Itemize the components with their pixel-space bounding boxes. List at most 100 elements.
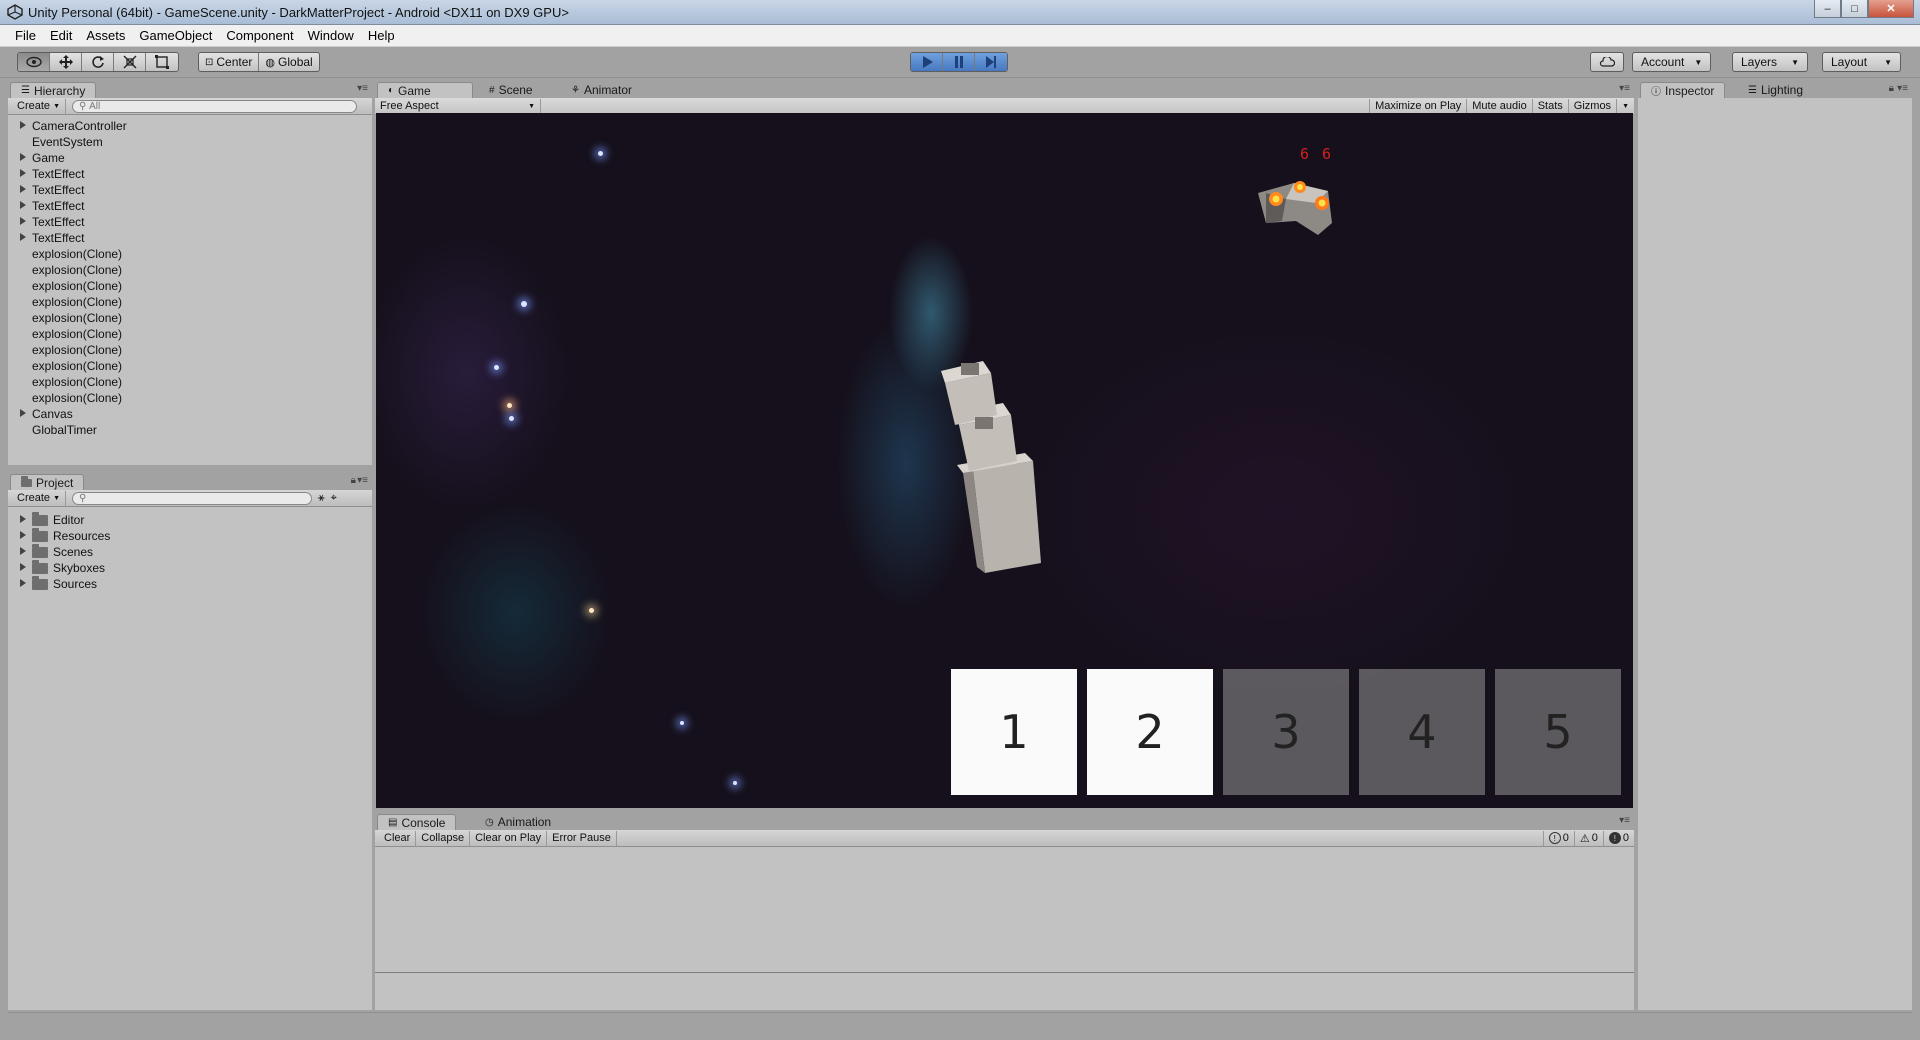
mute-audio-toggle[interactable]: Mute audio: [1467, 98, 1533, 114]
hierarchy-item[interactable]: explosion(Clone): [8, 390, 372, 406]
panel-menu-icon[interactable]: ▾≡: [1619, 815, 1630, 826]
tab-scene[interactable]: # Scene: [479, 82, 543, 98]
hierarchy-item[interactable]: Canvas: [8, 406, 372, 422]
hierarchy-search-input[interactable]: ⚲ All: [72, 99, 358, 113]
slot-button-1[interactable]: 1: [951, 669, 1077, 795]
menu-edit[interactable]: Edit: [43, 28, 79, 43]
console-detail-area[interactable]: [375, 974, 1634, 1010]
layout-dropdown[interactable]: Layout ▼: [1822, 52, 1901, 72]
aspect-dropdown[interactable]: Free Aspect ▼: [375, 98, 541, 114]
expand-arrow-icon[interactable]: [20, 169, 26, 177]
lock-icon[interactable]: 🔒︎: [1889, 83, 1894, 94]
pivot-center-button[interactable]: ⊡ Center: [199, 53, 260, 71]
expand-arrow-icon[interactable]: [20, 185, 26, 193]
list-item[interactable]: Sources: [8, 575, 372, 592]
console-clear-on-play-button[interactable]: Clear on Play: [470, 830, 548, 846]
console-collapse-button[interactable]: Collapse: [416, 830, 471, 846]
panel-menu-icon[interactable]: ▾≡: [1619, 83, 1630, 94]
expand-arrow-icon[interactable]: [20, 217, 26, 225]
play-button[interactable]: [911, 53, 943, 71]
console-warning-toggle[interactable]: ⚠ 0: [1575, 830, 1604, 846]
tab-game[interactable]: ◐ Game: [377, 82, 473, 98]
expand-arrow-icon[interactable]: [20, 547, 26, 555]
console-log-area[interactable]: [375, 847, 1634, 973]
hierarchy-item[interactable]: Game: [8, 150, 372, 166]
hierarchy-item[interactable]: explosion(Clone): [8, 342, 372, 358]
hierarchy-item[interactable]: explosion(Clone): [8, 310, 372, 326]
hierarchy-item[interactable]: TextEffect: [8, 166, 372, 182]
move-tool-icon[interactable]: [50, 53, 82, 71]
hierarchy-create-button[interactable]: Create ▼: [12, 98, 67, 114]
scale-tool-icon[interactable]: [114, 53, 146, 71]
close-button[interactable]: ✕: [1868, 0, 1914, 18]
menu-window[interactable]: Window: [301, 28, 361, 43]
hierarchy-item[interactable]: explosion(Clone): [8, 278, 372, 294]
pause-button[interactable]: [943, 53, 975, 71]
rect-tool-icon[interactable]: [146, 53, 178, 71]
slot-button-5[interactable]: 5: [1495, 669, 1621, 795]
hand-tool-icon[interactable]: [18, 53, 50, 71]
filter-by-type-icon[interactable]: ⚹: [318, 492, 325, 505]
list-item[interactable]: Resources: [8, 527, 372, 544]
console-info-toggle[interactable]: ! 0: [1542, 830, 1575, 846]
list-item[interactable]: Skyboxes: [8, 559, 372, 576]
hierarchy-item[interactable]: explosion(Clone): [8, 374, 372, 390]
menu-gameobject[interactable]: GameObject: [132, 28, 219, 43]
hierarchy-item[interactable]: explosion(Clone): [8, 294, 372, 310]
tab-console[interactable]: ▤ Console: [377, 814, 457, 830]
tab-lighting[interactable]: ☰ Lighting: [1738, 82, 1813, 98]
hierarchy-item[interactable]: TextEffect: [8, 198, 372, 214]
panel-menu-icon[interactable]: ▾≡: [1897, 83, 1908, 94]
list-item[interactable]: Scenes: [8, 543, 372, 560]
lock-icon[interactable]: 🔒︎: [351, 475, 356, 486]
list-item[interactable]: Editor: [8, 511, 372, 528]
filter-by-label-icon[interactable]: ⌖: [331, 492, 337, 505]
gizmos-dropdown[interactable]: Gizmos: [1569, 98, 1618, 114]
expand-arrow-icon[interactable]: [20, 233, 26, 241]
expand-arrow-icon[interactable]: [20, 515, 26, 523]
expand-arrow-icon[interactable]: [20, 409, 26, 417]
expand-arrow-icon[interactable]: [20, 153, 26, 161]
hierarchy-item[interactable]: TextEffect: [8, 230, 372, 246]
tab-animation[interactable]: ◷ Animation: [475, 814, 561, 830]
slot-button-3[interactable]: 3: [1223, 669, 1349, 795]
project-search-input[interactable]: ⚲: [72, 491, 313, 505]
panel-menu-icon[interactable]: ▾≡: [357, 475, 368, 486]
menu-assets[interactable]: Assets: [79, 28, 132, 43]
hierarchy-item[interactable]: GlobalTimer: [8, 422, 372, 438]
hierarchy-item[interactable]: explosion(Clone): [8, 262, 372, 278]
menu-file[interactable]: File: [8, 28, 43, 43]
console-clear-button[interactable]: Clear: [379, 830, 417, 846]
hierarchy-item[interactable]: explosion(Clone): [8, 358, 372, 374]
slot-button-2[interactable]: 2: [1087, 669, 1213, 795]
cloud-button[interactable]: [1590, 52, 1624, 72]
step-button[interactable]: [975, 53, 1007, 71]
game-view-viewport[interactable]: 6 6 1 2 3 4 5: [376, 113, 1633, 808]
hierarchy-item[interactable]: explosion(Clone): [8, 326, 372, 342]
menu-help[interactable]: Help: [361, 28, 402, 43]
layers-dropdown[interactable]: Layers ▼: [1732, 52, 1808, 72]
minimize-button[interactable]: ‒: [1814, 0, 1841, 18]
expand-arrow-icon[interactable]: [20, 563, 26, 571]
expand-arrow-icon[interactable]: [20, 201, 26, 209]
hierarchy-item[interactable]: TextEffect: [8, 214, 372, 230]
expand-arrow-icon[interactable]: [20, 531, 26, 539]
account-dropdown[interactable]: Account ▼: [1632, 52, 1711, 72]
hierarchy-item[interactable]: explosion(Clone): [8, 246, 372, 262]
menu-component[interactable]: Component: [219, 28, 300, 43]
console-error-toggle[interactable]: ! 0: [1604, 831, 1634, 846]
hierarchy-item[interactable]: EventSystem: [8, 134, 372, 150]
project-create-button[interactable]: Create ▼: [12, 490, 67, 506]
tab-inspector[interactable]: ⓘ Inspector: [1640, 82, 1726, 98]
caret-down-icon[interactable]: ▼: [1617, 99, 1634, 114]
pivot-global-button[interactable]: ◍ Global: [259, 53, 318, 71]
stats-toggle[interactable]: Stats: [1533, 98, 1569, 114]
hierarchy-item[interactable]: TextEffect: [8, 182, 372, 198]
expand-arrow-icon[interactable]: [20, 121, 26, 129]
maximize-on-play-toggle[interactable]: Maximize on Play: [1369, 98, 1468, 114]
tab-project[interactable]: Project: [10, 474, 85, 490]
console-error-pause-button[interactable]: Error Pause: [547, 830, 617, 846]
tab-hierarchy[interactable]: ☰ Hierarchy: [10, 82, 97, 98]
tab-animator[interactable]: ⚘ Animator: [561, 82, 642, 98]
maximize-button[interactable]: □: [1841, 0, 1868, 18]
